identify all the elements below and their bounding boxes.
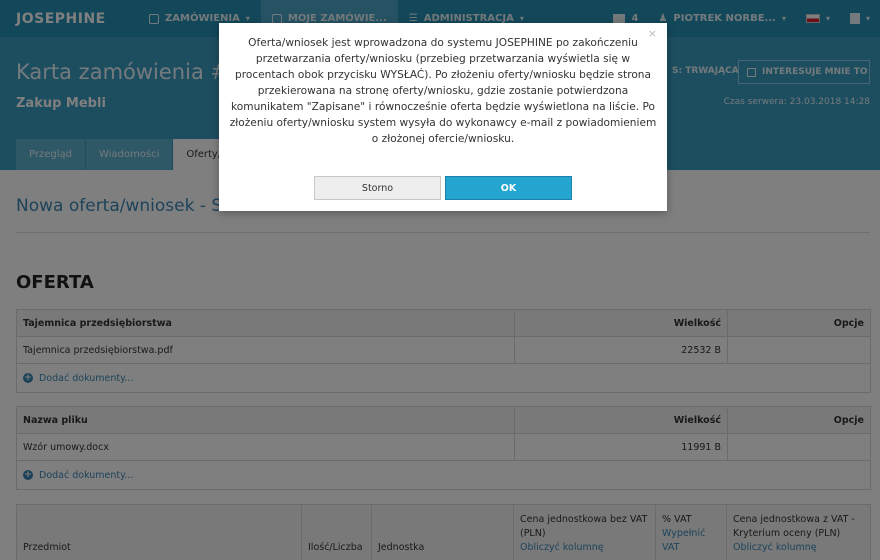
dialog-message: Oferta/wniosek jest wprowadzona do syste…	[229, 37, 657, 145]
ok-button[interactable]: OK	[445, 176, 572, 200]
cancel-button[interactable]: Storno	[314, 176, 441, 200]
confirmation-dialog: × Oferta/wniosek jest wprowadzona do sys…	[219, 23, 667, 211]
